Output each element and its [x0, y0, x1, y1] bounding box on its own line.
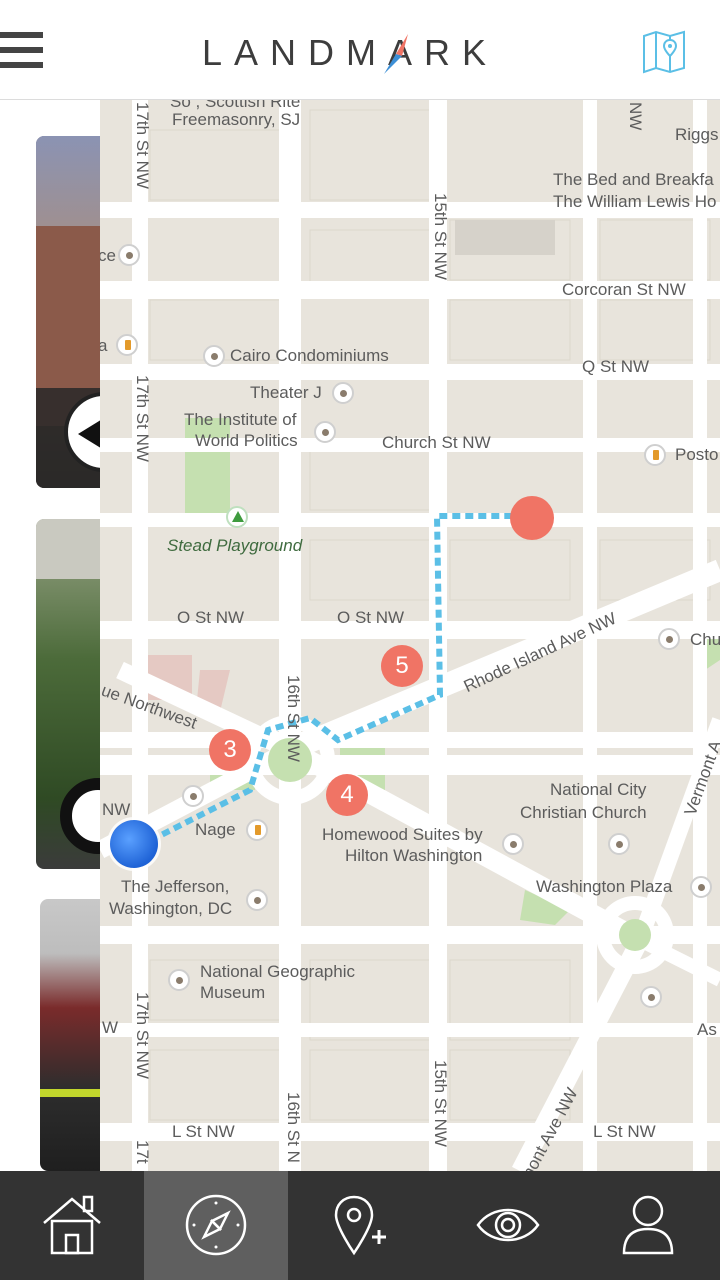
map-label-15th-st-b: 15th St NW: [431, 1060, 450, 1147]
compass-icon: [185, 1194, 247, 1256]
map-label-homewood: Homewood Suites by: [322, 825, 483, 844]
hamburger-icon[interactable]: [0, 30, 44, 70]
school-icon[interactable]: [314, 421, 336, 443]
map-label-q-st: Q St NW: [582, 357, 650, 376]
map-label-o-st-left: O St NW: [177, 608, 245, 627]
map-label-church-st: Church St NW: [382, 433, 491, 452]
bottom-nav: [0, 1171, 720, 1280]
map-label-christian-church: Christian Church: [520, 803, 647, 822]
map-label-world-politics: World Politics: [195, 431, 298, 450]
compass-logo-icon: [384, 34, 408, 74]
poi-icon[interactable]: [118, 244, 140, 266]
stop-marker-3[interactable]: 3: [209, 729, 251, 771]
bar-icon[interactable]: [658, 628, 680, 650]
map-label-washington-plaza: Washington Plaza: [536, 877, 673, 896]
map-label-washington-dc: Washington, DC: [109, 899, 233, 918]
map-label-a: a: [100, 336, 108, 355]
museum-icon[interactable]: [168, 969, 190, 991]
map-label-national-city: National City: [550, 780, 647, 799]
hotel-icon[interactable]: [640, 986, 662, 1008]
restaurant-icon[interactable]: [644, 444, 666, 466]
map-canvas: [100, 100, 720, 1171]
nav-profile[interactable]: [576, 1171, 720, 1280]
hotel-icon[interactable]: [246, 889, 268, 911]
poi-icon[interactable]: [203, 345, 225, 367]
map-pin-icon[interactable]: [640, 30, 688, 74]
map-label-chu: Chu: [690, 630, 720, 649]
destination-marker[interactable]: [510, 496, 554, 540]
nav-add-location[interactable]: [288, 1171, 432, 1280]
map-label-theater-j: Theater J: [250, 383, 322, 402]
map-label-institute: The Institute of: [184, 410, 297, 429]
nav-explore[interactable]: [144, 1171, 288, 1280]
map-label-as: As: [697, 1020, 717, 1039]
hotel-icon[interactable]: [182, 785, 204, 807]
map-label-nage: Nage: [195, 820, 236, 839]
map-label-museum: Museum: [200, 983, 266, 1002]
map-label-o-st-right: O St NW: [337, 608, 405, 627]
map-label-posto: Posto: [675, 445, 719, 464]
map-label-bed-breakfast: The Bed and Breakfa: [553, 170, 714, 189]
hotel-icon[interactable]: [690, 876, 712, 898]
map-label-natgeo: National Geographic: [200, 962, 355, 981]
current-location-marker: [110, 820, 158, 868]
church-icon[interactable]: [608, 833, 630, 855]
add-location-icon: [334, 1195, 386, 1256]
restaurant-icon[interactable]: [116, 334, 138, 356]
map-label-16th-st-b: 16th St N: [284, 1092, 303, 1163]
app-root: LANDMARK So , Scottish Rite Freemasonry,…: [0, 0, 720, 1280]
eye-icon: [476, 1208, 540, 1242]
map-label-william-lewis: The William Lewis Ho: [553, 192, 717, 211]
map-label-17th-st-b: 17th St NW: [133, 375, 152, 462]
stop-marker-5[interactable]: 5: [381, 645, 423, 687]
map-label-nw: NW: [102, 800, 131, 819]
map-label-17th-st-c: 17th St NW: [133, 992, 152, 1079]
landmark-logo: LANDMARK: [200, 28, 500, 78]
map-label-16th-st: 16th St NW: [284, 675, 303, 762]
app-header: LANDMARK: [0, 0, 720, 100]
hotel-icon[interactable]: [502, 833, 524, 855]
map-label-jefferson: The Jefferson,: [121, 877, 230, 896]
map-label-freemasonry: Freemasonry, SJ: [172, 110, 301, 129]
map-label-17th-st: 17th St NW: [133, 102, 152, 189]
map-label-ce: ce: [100, 246, 116, 265]
profile-icon: [622, 1195, 674, 1255]
map-label-stead-playground: Stead Playground: [167, 536, 303, 555]
map-label-l-st-right: L St NW: [593, 1122, 656, 1141]
map-label-corcoran: Corcoran St NW: [562, 280, 686, 299]
map-label-l-st-left: L St NW: [172, 1122, 235, 1141]
park-icon[interactable]: [226, 506, 248, 528]
poi-icon[interactable]: [332, 382, 354, 404]
map-label-17th-st-d: 17t: [133, 1140, 152, 1164]
map-label-w: W: [102, 1018, 119, 1037]
map-label-15th-st: 15th St NW: [431, 193, 450, 280]
map-label-cairo: Cairo Condominiums: [230, 346, 389, 365]
map-label-hilton: Hilton Washington: [345, 846, 483, 865]
restaurant-icon[interactable]: [246, 819, 268, 841]
nav-home[interactable]: [0, 1171, 144, 1280]
map-label-riggs: Riggs: [675, 125, 719, 144]
logo-text: LANDMARK: [201, 32, 499, 73]
home-icon: [43, 1195, 101, 1255]
map-label-nw-top: NW: [626, 102, 645, 131]
stop-marker-4[interactable]: 4: [326, 774, 368, 816]
route-map[interactable]: So , Scottish Rite Freemasonry, SJ Riggs…: [100, 100, 720, 1171]
nav-view[interactable]: [432, 1171, 576, 1280]
